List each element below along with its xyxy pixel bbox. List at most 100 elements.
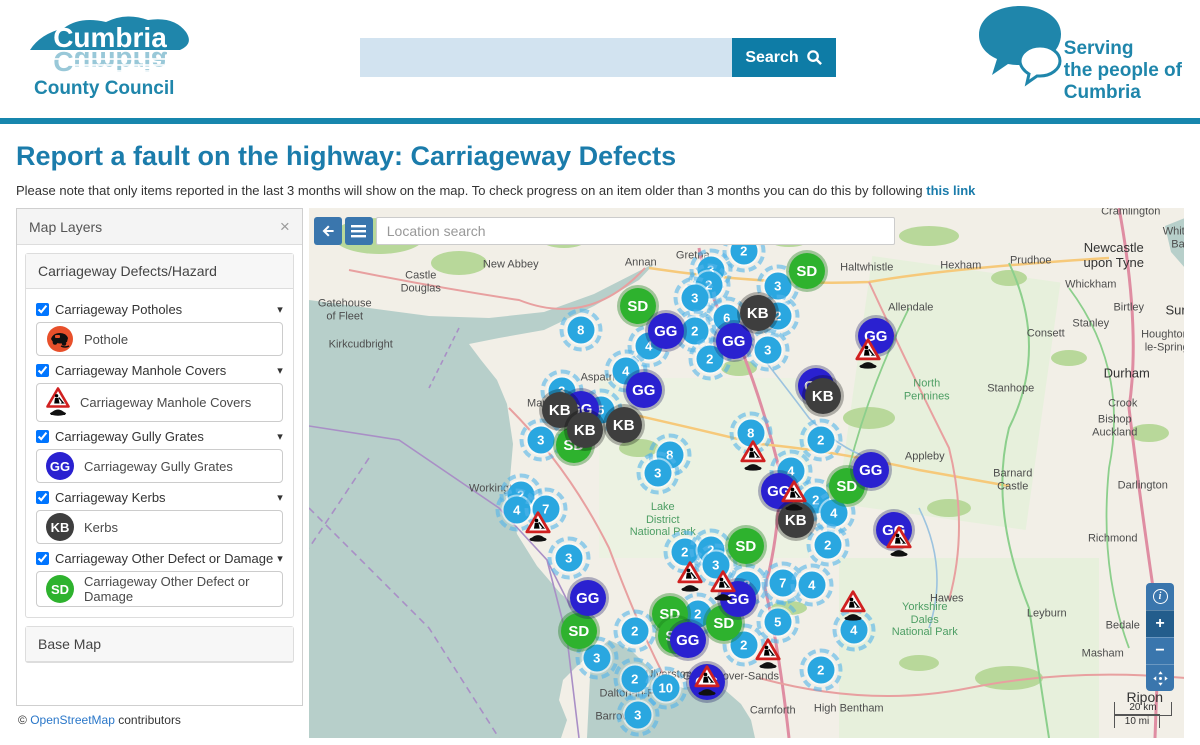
roadworks-sign-icon	[46, 386, 70, 416]
gully-grate-marker[interactable]: GG	[626, 372, 662, 408]
cluster-marker[interactable]: 3	[527, 427, 554, 454]
page-header: Cumbria Cumbria County Council Search Se…	[0, 0, 1200, 118]
tagline-line2: the people of	[1064, 60, 1182, 82]
site-search-button[interactable]: Search	[732, 38, 836, 77]
manhole-cover-marker[interactable]	[710, 569, 736, 601]
other-defect-marker[interactable]: SD	[789, 253, 825, 289]
tagline-line1: Serving	[1064, 38, 1182, 60]
zoom-in-button[interactable]: +	[1146, 610, 1174, 637]
gully-grate-marker[interactable]: GG	[716, 323, 752, 359]
layer-label: Carriageway Other Defect or Damage	[36, 551, 273, 566]
other-defect-marker[interactable]: SD	[561, 613, 597, 649]
roadworks-sign-icon	[886, 525, 912, 557]
layer-name: Carriageway Manhole Covers	[55, 363, 226, 378]
search-button-label: Search	[745, 49, 798, 67]
kerb-marker[interactable]: KB	[606, 407, 642, 443]
this-link[interactable]: this link	[926, 183, 975, 198]
page-title: Report a fault on the highway: Carriagew…	[16, 141, 1184, 172]
layer-checkbox[interactable]	[36, 552, 49, 565]
legend-badge: GG	[46, 452, 74, 480]
back-arrow-button[interactable]	[314, 217, 342, 245]
content-area: Map Layers × Carriageway Defects/Hazard …	[16, 208, 1184, 738]
cluster-marker[interactable]: 8	[567, 317, 594, 344]
site-search-input[interactable]	[360, 38, 732, 77]
base-map-section: Base Map	[25, 626, 294, 663]
kerb-marker[interactable]: KB	[740, 295, 776, 331]
layer-checkbox[interactable]	[36, 303, 49, 316]
layer-checkbox[interactable]	[36, 430, 49, 443]
layer-name: Carriageway Gully Grates	[55, 429, 204, 444]
legend-item: Carriageway Manhole Covers	[36, 383, 283, 422]
manhole-cover-marker[interactable]	[781, 479, 807, 511]
chevron-down-icon[interactable]: ▾	[277, 491, 283, 504]
openstreetmap-link[interactable]: OpenStreetMap	[30, 713, 115, 727]
hamburger-icon	[351, 225, 366, 238]
layer-label: Carriageway Kerbs	[36, 490, 166, 505]
base-map-title[interactable]: Base Map	[26, 627, 293, 662]
logo-wordmark-reflection: Cumbria	[53, 46, 167, 77]
layer-checkbox[interactable]	[36, 364, 49, 377]
map-viewport[interactable]: New AbbeyAnnanGretnaCastle DouglasGateho…	[309, 208, 1184, 738]
cluster-marker[interactable]: 3	[624, 702, 651, 729]
speech-bubbles-icon	[974, 4, 1070, 90]
kerb-marker[interactable]: KB	[567, 412, 603, 448]
other-defect-marker[interactable]: SD	[728, 528, 764, 564]
close-icon[interactable]: ×	[280, 218, 290, 235]
roadworks-sign-icon	[755, 637, 781, 669]
map-scale: 20 km 10 mi	[1114, 702, 1172, 729]
layer-label: Carriageway Manhole Covers	[36, 363, 226, 378]
list-menu-button[interactable]	[345, 217, 373, 245]
cluster-marker[interactable]: 3	[555, 545, 582, 572]
cluster-marker[interactable]: 3	[644, 460, 671, 487]
manhole-cover-marker[interactable]	[677, 560, 703, 592]
map-search-bar	[314, 217, 895, 245]
manhole-cover-marker[interactable]	[840, 589, 866, 621]
gully-grate-marker[interactable]: GG	[853, 452, 889, 488]
chevron-down-icon[interactable]: ▾	[277, 364, 283, 377]
chevron-down-icon[interactable]: ▾	[277, 303, 283, 316]
gully-grate-marker[interactable]: GG	[648, 313, 684, 349]
cluster-marker[interactable]: 2	[621, 618, 648, 645]
legend-badge: KB	[46, 513, 74, 541]
scale-mi: 10 mi	[1114, 714, 1160, 728]
layer-name: Carriageway Potholes	[55, 302, 182, 317]
manhole-cover-marker[interactable]	[740, 439, 766, 471]
map-layers-body: Carriageway Defects/Hazard Carriageway P…	[17, 245, 302, 705]
legend-item: GGCarriageway Gully Grates	[36, 449, 283, 483]
layer-list: Carriageway Potholes▾PotholeCarriageway …	[26, 289, 293, 617]
serving-cumbria-logo: Serving the people of Cumbria	[974, 4, 1182, 104]
cluster-marker[interactable]: 2	[814, 532, 841, 559]
cumbria-logo[interactable]: Cumbria Cumbria County Council	[22, 10, 212, 100]
gully-grate-marker[interactable]: GG	[570, 580, 606, 616]
cluster-marker[interactable]: 2	[807, 427, 834, 454]
cluster-marker[interactable]: 3	[681, 285, 708, 312]
cluster-marker[interactable]: 5	[764, 609, 791, 636]
info-button[interactable]: i	[1146, 583, 1174, 610]
layer-toggle-row: Carriageway Potholes ▾	[36, 302, 283, 317]
cluster-marker[interactable]: 4	[798, 572, 825, 599]
layer-checkbox[interactable]	[36, 491, 49, 504]
roadworks-sign-icon	[840, 589, 866, 621]
zoom-out-button[interactable]: −	[1146, 637, 1174, 664]
map-attribution: © OpenStreetMap contributors	[16, 706, 303, 727]
manhole-cover-marker[interactable]	[855, 337, 881, 369]
locate-button[interactable]	[1146, 664, 1174, 691]
cluster-marker[interactable]: 2	[807, 657, 834, 684]
other-defect-marker[interactable]: SD	[620, 288, 656, 324]
manhole-warning-icon	[46, 386, 70, 419]
chevron-down-icon[interactable]: ▾	[277, 552, 283, 565]
legend-badge: SD	[46, 575, 74, 603]
gully-grate-marker[interactable]: GG	[670, 622, 706, 658]
location-search-input[interactable]	[376, 217, 895, 245]
attribution-suffix: contributors	[115, 713, 181, 727]
chevron-down-icon[interactable]: ▾	[277, 430, 283, 443]
manhole-cover-marker[interactable]	[525, 510, 551, 542]
manhole-cover-marker[interactable]	[694, 664, 720, 696]
manhole-cover-marker[interactable]	[755, 637, 781, 669]
cluster-marker[interactable]: 3	[754, 337, 781, 364]
kerb-marker[interactable]: KB	[805, 378, 841, 414]
roadworks-sign-icon	[694, 664, 720, 696]
manhole-cover-marker[interactable]	[886, 525, 912, 557]
cluster-marker[interactable]: 10	[652, 675, 679, 702]
cluster-marker[interactable]: 3	[583, 645, 610, 672]
